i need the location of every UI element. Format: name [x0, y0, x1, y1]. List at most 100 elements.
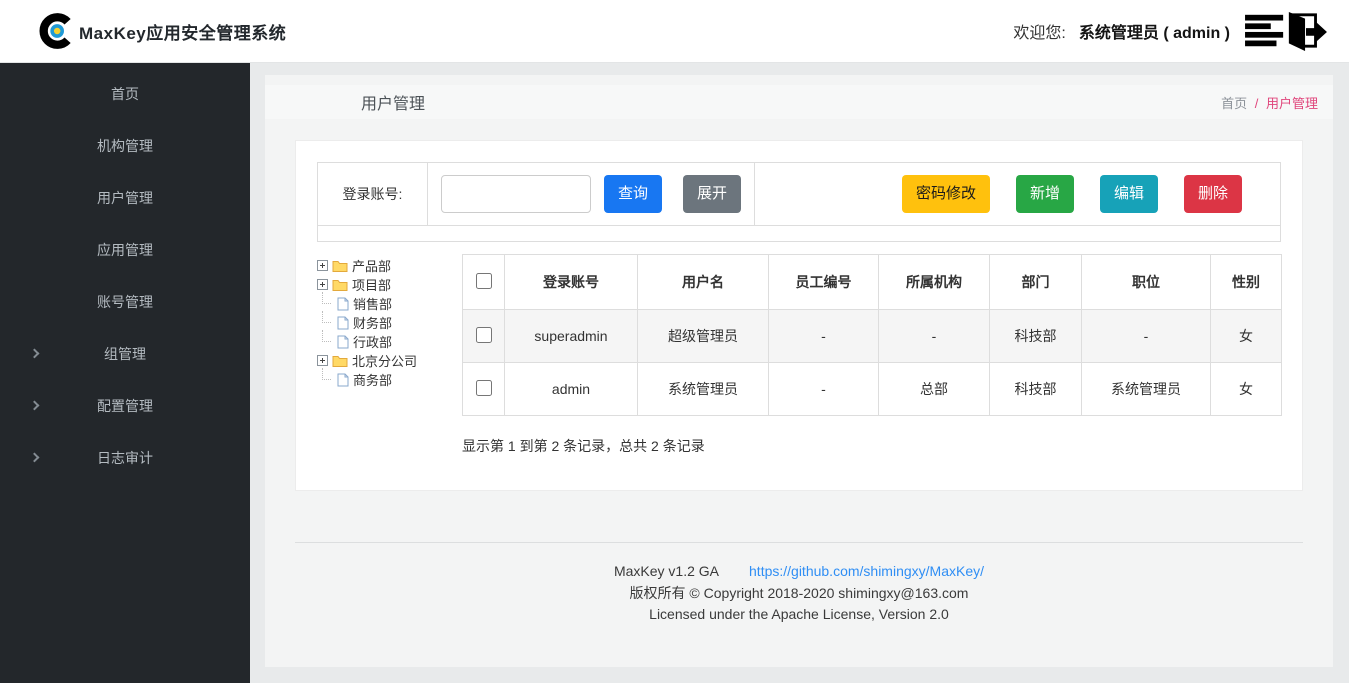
logout-button[interactable]: [1243, 11, 1329, 51]
users-table-container: 登录账号 用户名 员工编号 所属机构 部门 职位 性别: [462, 254, 1282, 456]
action-buttons: 密码修改 新增 编辑 删除: [755, 163, 1280, 225]
search-toolbar: 登录账号: 查询 展开 密码修改 新增 编辑 删除: [317, 162, 1281, 226]
organization-tree: 产品部 项目部 销售部: [317, 254, 462, 456]
footer-version-line: MaxKey v1.2 GA https://github.com/shiming…: [265, 561, 1333, 583]
sidebar-item-home[interactable]: 首页: [0, 68, 250, 120]
sidebar-item-label: 日志审计: [97, 448, 153, 468]
version-label: MaxKey v1.2 GA: [614, 563, 719, 579]
user-management-card: 登录账号: 查询 展开 密码修改 新增 编辑 删除: [295, 140, 1303, 491]
sidebar-item-applications[interactable]: 应用管理: [0, 224, 250, 276]
sidebar-item-organizations[interactable]: 机构管理: [0, 120, 250, 172]
tree-node-label: 项目部: [352, 275, 391, 294]
sidebar-nav: 首页 机构管理 用户管理 应用管理 账号管理 组管理 配置管理 日志审计: [0, 63, 250, 683]
expand-plus-icon[interactable]: [317, 279, 328, 290]
cell-position: -: [1082, 310, 1211, 363]
row-select-cell: [463, 310, 505, 363]
add-button[interactable]: 新增: [1016, 175, 1074, 213]
expand-button[interactable]: 展开: [683, 175, 741, 213]
sidebar-item-label: 用户管理: [97, 188, 153, 208]
breadcrumb-current: 用户管理: [1266, 96, 1318, 111]
page-title-bar: 用户管理 首页 / 用户管理: [265, 85, 1333, 119]
github-link[interactable]: https://github.com/shimingxy/MaxKey/: [749, 563, 984, 579]
tree-node-project-dept[interactable]: 项目部: [317, 275, 462, 294]
row-checkbox[interactable]: [476, 327, 492, 343]
footer-license: Licensed under the Apache License, Versi…: [265, 604, 1333, 626]
tree-node-label: 产品部: [352, 256, 391, 275]
expand-plus-icon[interactable]: [317, 260, 328, 271]
tree-node-sales-dept[interactable]: 销售部: [317, 294, 462, 313]
file-icon: [337, 373, 349, 387]
breadcrumb-home[interactable]: 首页: [1221, 96, 1247, 111]
tree-connector: [322, 330, 331, 342]
sidebar-item-label: 配置管理: [97, 396, 153, 416]
sidebar-item-label: 机构管理: [97, 136, 153, 156]
tree-node-label: 北京分公司: [352, 351, 417, 370]
maxkey-logo-icon: [38, 11, 78, 51]
file-icon: [337, 316, 349, 330]
sidebar-item-users[interactable]: 用户管理: [0, 172, 250, 224]
app-title: MaxKey应用安全管理系统: [79, 19, 286, 44]
table-row[interactable]: superadmin 超级管理员 - - 科技部 - 女: [463, 310, 1282, 363]
sidebar-item-groups[interactable]: 组管理: [0, 328, 250, 380]
footer-divider: [295, 542, 1303, 543]
cell-department: 科技部: [990, 363, 1082, 416]
expand-plus-icon[interactable]: [317, 355, 328, 366]
column-header-department: 部门: [990, 255, 1082, 310]
current-user: 系统管理员 ( admin ): [1079, 19, 1230, 43]
page-footer: MaxKey v1.2 GA https://github.com/shiming…: [265, 561, 1333, 626]
cell-organization: 总部: [879, 363, 990, 416]
main-area: 用户管理 首页 / 用户管理 登录账号: 查询 展开 密码修改 新增 编辑: [250, 63, 1349, 683]
sidebar-item-label: 组管理: [104, 344, 146, 364]
pagination-summary: 显示第 1 到第 2 条记录，总共 2 条记录: [462, 436, 1282, 456]
row-select-cell: [463, 363, 505, 416]
login-account-label: 登录账号:: [318, 163, 428, 225]
column-header-gender: 性别: [1211, 255, 1282, 310]
chevron-right-icon: [30, 452, 40, 462]
tree-node-product-dept[interactable]: 产品部: [317, 256, 462, 275]
advanced-search-collapsed-panel: [317, 226, 1281, 242]
column-header-login: 登录账号: [505, 255, 638, 310]
search-button[interactable]: 查询: [604, 175, 662, 213]
content-panel: 用户管理 首页 / 用户管理 登录账号: 查询 展开 密码修改 新增 编辑: [265, 75, 1333, 667]
cell-username: 系统管理员: [638, 363, 769, 416]
folder-icon: [332, 278, 348, 291]
sidebar-item-accounts[interactable]: 账号管理: [0, 276, 250, 328]
chevron-right-icon: [30, 400, 40, 410]
row-checkbox[interactable]: [476, 380, 492, 396]
tree-node-business-dept[interactable]: 商务部: [317, 370, 462, 389]
column-header-position: 职位: [1082, 255, 1211, 310]
footer-copyright: 版权所有 © Copyright 2018-2020 shimingxy@163…: [265, 583, 1333, 605]
tree-node-admin-dept[interactable]: 行政部: [317, 332, 462, 351]
column-header-username: 用户名: [638, 255, 769, 310]
logout-icon: [1243, 11, 1329, 51]
sidebar-item-audit-logs[interactable]: 日志审计: [0, 432, 250, 484]
table-row[interactable]: admin 系统管理员 - 总部 科技部 系统管理员 女: [463, 363, 1282, 416]
edit-button[interactable]: 编辑: [1100, 175, 1158, 213]
column-header-organization: 所属机构: [879, 255, 990, 310]
tree-connector: [322, 292, 331, 304]
folder-icon: [332, 354, 348, 367]
login-account-input[interactable]: [441, 175, 591, 213]
tree-node-label: 财务部: [353, 313, 392, 332]
cell-employee-no: -: [769, 363, 879, 416]
sidebar-item-label: 应用管理: [97, 240, 153, 260]
chevron-right-icon: [30, 348, 40, 358]
select-all-checkbox[interactable]: [476, 273, 492, 289]
tree-node-finance-dept[interactable]: 财务部: [317, 313, 462, 332]
sidebar-item-label: 账号管理: [97, 292, 153, 312]
page-title: 用户管理: [361, 90, 425, 114]
welcome-label: 欢迎您:: [1013, 19, 1065, 43]
table-header-row: 登录账号 用户名 员工编号 所属机构 部门 职位 性别: [463, 255, 1282, 310]
tree-node-beijing-branch[interactable]: 北京分公司: [317, 351, 462, 370]
tree-node-label: 商务部: [353, 370, 392, 389]
breadcrumb-separator: /: [1255, 96, 1259, 111]
folder-icon: [332, 259, 348, 272]
cell-employee-no: -: [769, 310, 879, 363]
delete-button[interactable]: 删除: [1184, 175, 1242, 213]
tree-connector: [322, 368, 331, 380]
brand[interactable]: MaxKey应用安全管理系统: [38, 11, 286, 51]
file-icon: [337, 335, 349, 349]
sidebar-item-configuration[interactable]: 配置管理: [0, 380, 250, 432]
header-right: 欢迎您: 系统管理员 ( admin ): [1013, 11, 1329, 51]
change-password-button[interactable]: 密码修改: [902, 175, 990, 213]
